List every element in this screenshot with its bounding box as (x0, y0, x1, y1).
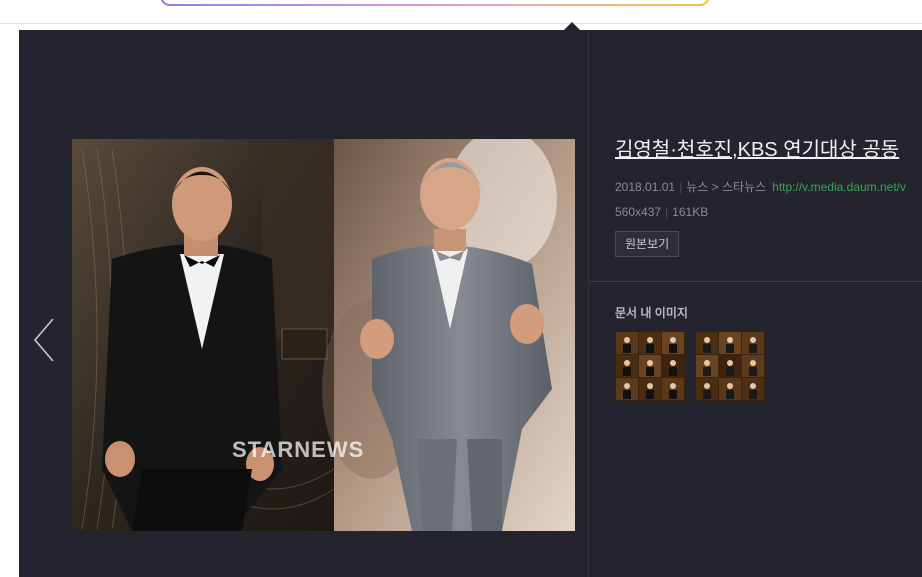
image-dimensions: 560x437 (615, 205, 662, 219)
source-url-link[interactable]: http://v.media.daum.net/v (772, 180, 906, 194)
article-category: 뉴스 (686, 180, 709, 194)
thumbnail-2[interactable] (695, 331, 765, 401)
info-divider (589, 281, 922, 282)
image-info-panel: 김영철·천호진,KBS 연기대상 공동 2018.01.01 | 뉴스 > 스타뉴스… (589, 30, 922, 577)
file-size: 161KB (672, 205, 709, 219)
meta-separator: | (679, 180, 683, 194)
image-viewer-panel: STARNEWS 김영철·천호진,KBS 연기대상 공동 2018.01.01 |… (19, 30, 922, 577)
view-original-button[interactable]: 원본보기 (615, 231, 680, 257)
image-size-info: 560x437 | 161KB (615, 205, 708, 219)
thumbnail-1[interactable] (615, 331, 685, 401)
search-box[interactable] (160, 0, 710, 6)
top-bar (0, 0, 922, 24)
size-separator: | (665, 205, 669, 219)
watermark-text: STARNEWS (232, 437, 365, 462)
article-title-link[interactable]: 김영철·천호진,KBS 연기대상 공동 (615, 133, 899, 162)
article-date: 2018.01.01 (615, 180, 676, 194)
panel-divider (588, 30, 589, 577)
breadcrumb-arrow: > (711, 180, 719, 194)
main-photo[interactable]: STARNEWS (72, 139, 575, 531)
article-meta: 2018.01.01 | 뉴스 > 스타뉴스 http://v.media.daum.… (615, 178, 906, 195)
previous-arrow-icon[interactable] (31, 316, 61, 364)
article-source: 스타뉴스 (721, 180, 767, 194)
document-images-title: 문서 내 이미지 (615, 306, 688, 320)
